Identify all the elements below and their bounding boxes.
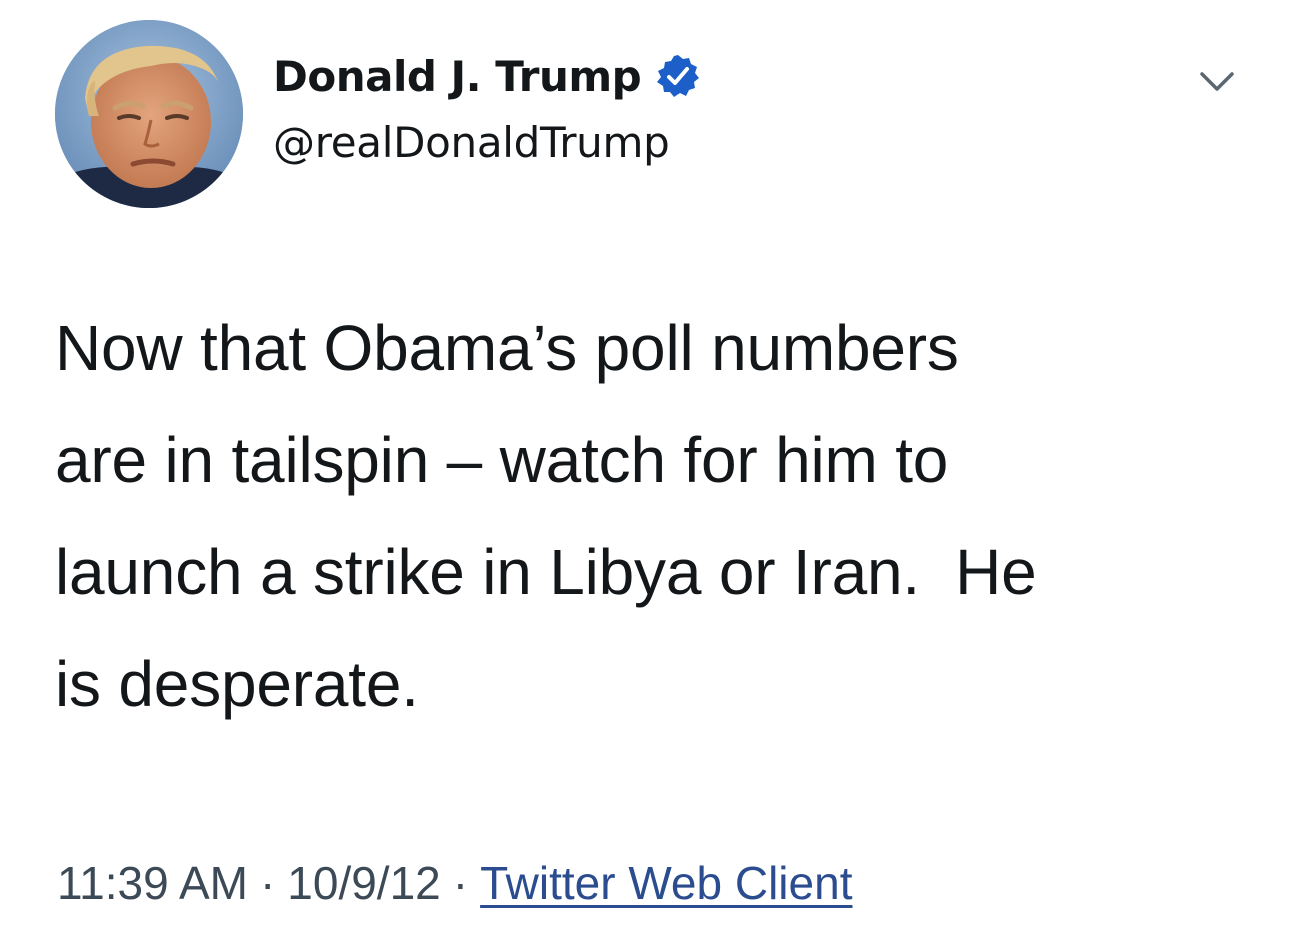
tweet-card: Donald J. Trump @realDonaldTrump Now tha…: [0, 0, 1290, 933]
tweet-text-line: are in tailspin – watch for him to: [55, 424, 949, 496]
author-name-row[interactable]: Donald J. Trump: [273, 46, 701, 106]
tweet-text-line: Now that Obama’s poll numbers: [55, 312, 959, 384]
tweet-text-line: launch a strike in Libya or Iran. He: [55, 536, 1037, 608]
avatar[interactable]: [55, 20, 243, 208]
verified-badge-icon: [655, 53, 701, 99]
display-name[interactable]: Donald J. Trump: [273, 52, 642, 101]
tweet-text-line: is desperate.: [55, 648, 419, 720]
tweet-date[interactable]: 10/9/12: [287, 856, 440, 910]
tweet-time[interactable]: 11:39 AM: [57, 856, 248, 910]
tweet-metadata: 11:39 AM · 10/9/12 · Twitter Web Client: [57, 856, 852, 910]
author-handle[interactable]: @realDonaldTrump: [273, 118, 670, 167]
tweet-text: Now that Obama’s poll numbers are in tai…: [55, 292, 1255, 740]
meta-separator: ·: [452, 857, 469, 909]
source-link[interactable]: Twitter Web Client: [480, 856, 852, 910]
avatar-image: [55, 20, 243, 208]
meta-separator: ·: [259, 857, 276, 909]
chevron-down-icon[interactable]: [1192, 62, 1242, 102]
